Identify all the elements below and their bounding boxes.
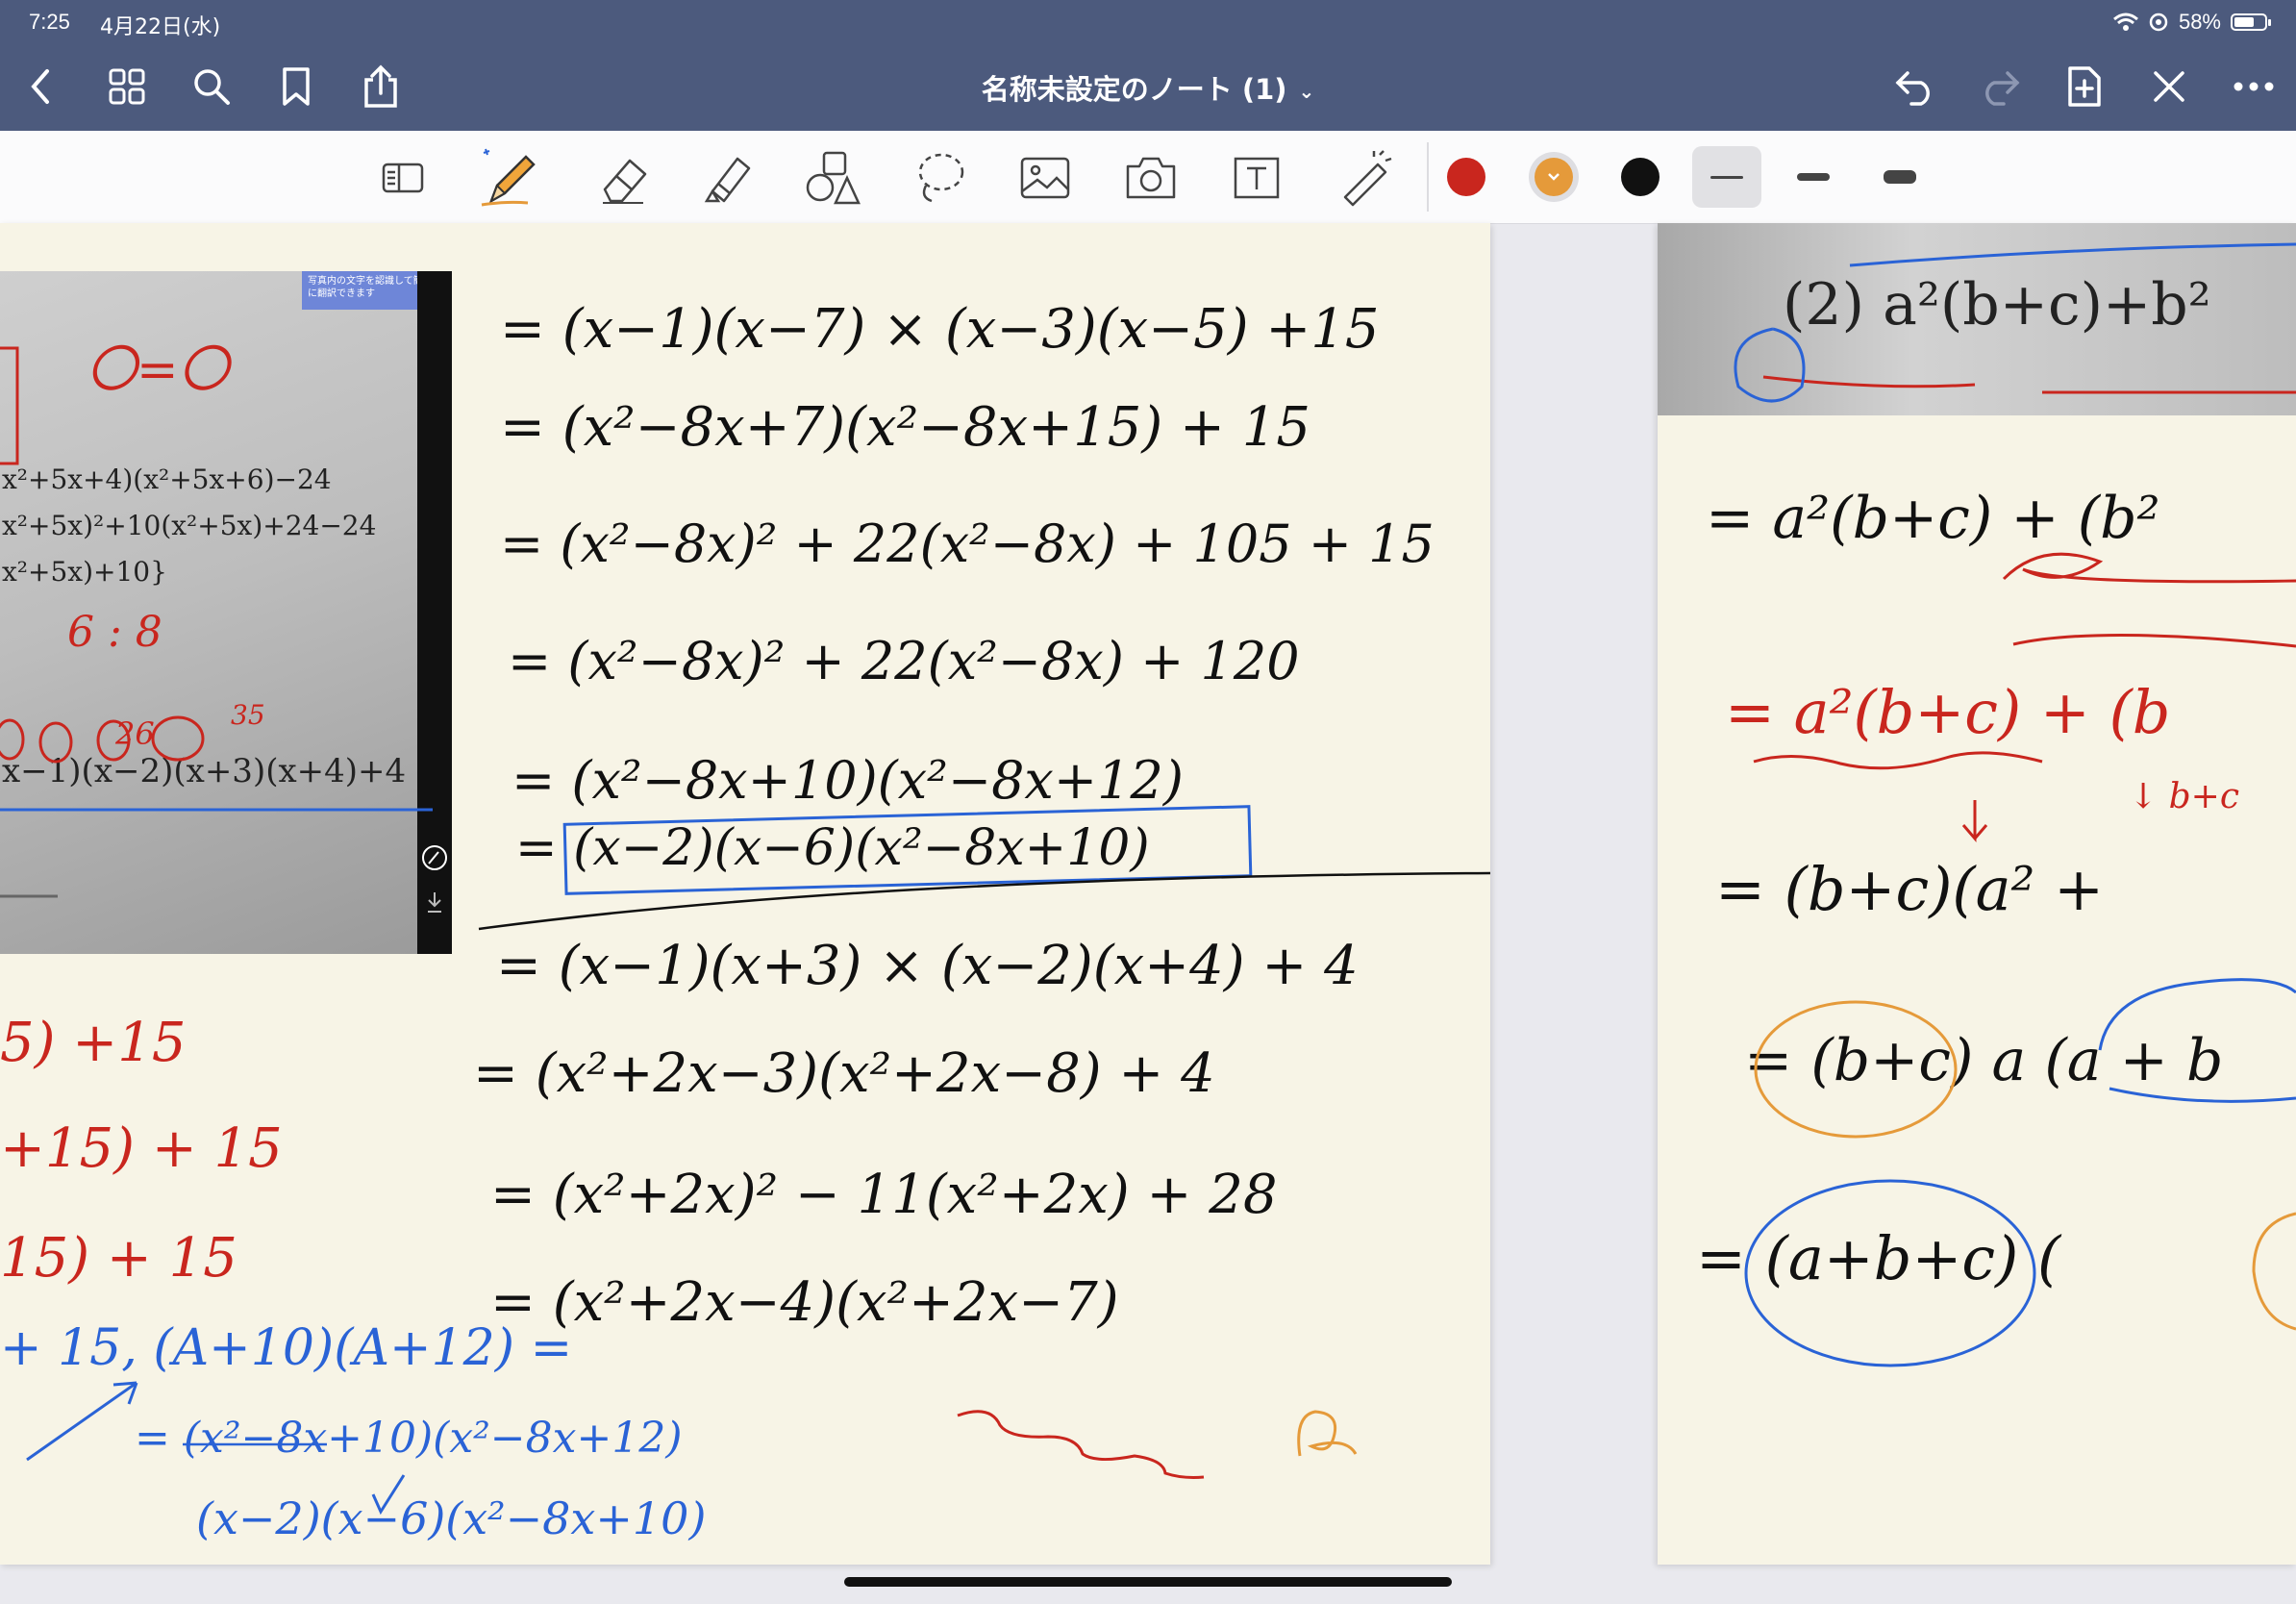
lasso-icon[interactable]: [906, 144, 973, 212]
page-ink-overlay: [26, 805, 1490, 1516]
more-icon[interactable]: [2229, 62, 2279, 112]
close-tools-icon[interactable]: [2144, 62, 2194, 112]
laser-icon[interactable]: [1331, 144, 1398, 212]
page-right-ink: [1744, 552, 2296, 1367]
color-orange-swatch[interactable]: [1535, 158, 1573, 196]
shapes-icon[interactable]: [798, 144, 865, 212]
status-time: 7:25: [29, 10, 70, 34]
top-navigation-bar: 7:25 4月22日(水) 58% 名称未設定のノート (1) ⌄: [0, 0, 2296, 131]
note-page-left[interactable]: 写真内の文字を認識して簡単に翻訳できます x²+5x+4)(x²+5x+6)−2…: [0, 223, 1490, 1565]
stroke-thick-button[interactable]: [1865, 146, 1934, 208]
toolbar-divider: [1427, 142, 1429, 212]
textbox-icon[interactable]: [1223, 144, 1290, 212]
highlighter-icon[interactable]: [694, 144, 761, 212]
undo-icon[interactable]: [1890, 62, 1940, 112]
note-title-text: 名称未設定のノート (1): [981, 73, 1287, 106]
status-indicators: 58%: [2112, 8, 2271, 37]
location-lock-icon: [2149, 13, 2168, 32]
stroke-thick-icon: [1884, 170, 1916, 184]
title-chevron-icon: ⌄: [1298, 80, 1315, 103]
wifi-icon: [2112, 13, 2138, 31]
stroke-thin-button[interactable]: [1692, 146, 1761, 208]
sidebar-icon[interactable]: [369, 144, 437, 212]
image-icon[interactable]: [1011, 144, 1079, 212]
stroke-medium-icon: [1797, 173, 1830, 181]
status-date: 4月22日(水): [100, 15, 221, 39]
redo-icon[interactable]: [1975, 62, 2025, 112]
battery-percent: 58%: [2178, 10, 2221, 34]
camera-icon[interactable]: [1117, 144, 1185, 212]
color-black-swatch[interactable]: [1621, 158, 1660, 196]
stroke-medium-button[interactable]: [1779, 146, 1848, 208]
drawing-toolbar: [0, 131, 2296, 224]
home-indicator[interactable]: [844, 1577, 1452, 1587]
selected-chevron-icon: [1548, 173, 1560, 181]
note-page-right[interactable]: (2) a²(b+c)+b² = a²(b+c) + (b² = a²(b+c)…: [1658, 223, 2296, 1565]
pen-icon[interactable]: [475, 144, 542, 212]
note-title[interactable]: 名称未設定のノート (1) ⌄: [0, 67, 2296, 108]
add-page-icon[interactable]: [2059, 62, 2109, 112]
eraser-icon[interactable]: [590, 144, 658, 212]
battery-icon: [2231, 13, 2271, 31]
color-red-swatch[interactable]: [1447, 158, 1485, 196]
stroke-thin-icon: [1710, 175, 1743, 179]
